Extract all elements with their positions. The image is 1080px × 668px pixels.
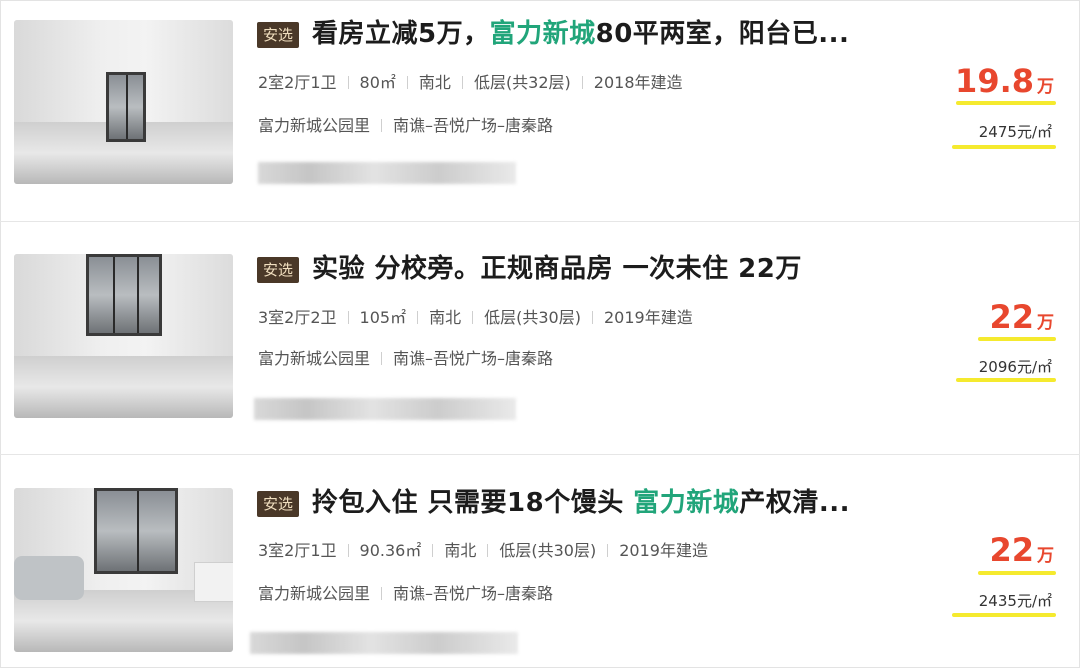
listing-photo[interactable] [14,20,233,184]
anxuan-badge: 安选 [257,491,300,517]
anxuan-badge: 安选 [257,22,300,48]
listing-title[interactable]: 实验 分校旁。正规商品房 一次未住 22万 [312,253,802,285]
blurred-tags [250,632,518,654]
district: 南谯–吾悦广场–唐秦路 [393,349,554,368]
listing-location: 富力新城公园里 南谯–吾悦广场–唐秦路 [258,349,553,369]
area: 90.36㎡ [359,541,422,560]
price-underline [978,571,1056,575]
listing-card[interactable]: 安选 实验 分校旁。正规商品房 一次未住 22万 3室2厅2卫 105㎡ 南北 低层(… [0,222,1080,444]
floor-info: 低层(共32层) [473,73,571,92]
listing-attributes: 3室2厅1卫 90.36㎡ 南北 低层(共30层) 2019年建造 [258,541,708,561]
listing-card[interactable]: 安选 看房立减5万，富力新城80平两室，阳台已... 2室2厅1卫 80㎡ 南北 低层… [0,0,1080,222]
floor-info: 低层(共30层) [499,541,597,560]
total-price: 22 万 [989,298,1054,336]
room-layout: 3室2厅1卫 [258,541,337,560]
listing-attributes: 2室2厅1卫 80㎡ 南北 低层(共32层) 2018年建造 [258,73,683,93]
community-name: 富力新城公园里 [258,584,371,603]
orientation: 南北 [429,308,462,327]
listing-location: 富力新城公园里 南谯–吾悦广场–唐秦路 [258,116,553,136]
anxuan-badge: 安选 [257,257,300,283]
unit-price: 2475元/㎡ [978,123,1052,141]
area: 105㎡ [359,308,407,327]
build-year: 2019年建造 [603,308,693,327]
title-highlight: 富力新城 [489,19,596,49]
community-name: 富力新城公园里 [258,116,371,135]
build-year: 2018年建造 [593,73,683,92]
community-name: 富力新城公园里 [258,349,371,368]
listing-title[interactable]: 看房立减5万，富力新城80平两室，阳台已... [312,18,849,50]
floor-info: 低层(共30层) [484,308,581,327]
unit-price-underline [952,613,1056,617]
unit-price-underline [952,145,1056,149]
listing-location: 富力新城公园里 南谯–吾悦广场–唐秦路 [258,584,553,604]
price-underline [956,101,1056,105]
district: 南谯–吾悦广场–唐秦路 [393,116,554,135]
unit-price-underline [956,378,1056,382]
room-layout: 2室2厅1卫 [258,73,337,92]
title-highlight: 富力新城 [633,488,740,518]
build-year: 2019年建造 [619,541,708,560]
orientation: 南北 [418,73,451,92]
orientation: 南北 [444,541,477,560]
listing-card[interactable]: 安选 拎包入住 只需要18个馒头 富力新城产权清... 3室2厅1卫 90.36㎡… [0,455,1080,668]
total-price: 19.8 万 [955,62,1054,100]
listing-photo[interactable] [14,254,233,418]
area: 80㎡ [359,73,396,92]
room-layout: 3室2厅2卫 [258,308,337,327]
district: 南谯–吾悦广场–唐秦路 [393,584,554,603]
listing-attributes: 3室2厅2卫 105㎡ 南北 低层(共30层) 2019年建造 [258,308,693,328]
price-underline [978,337,1056,341]
blurred-tags [258,162,516,184]
blurred-tags [254,398,516,420]
unit-price: 2096元/㎡ [978,358,1052,376]
unit-price: 2435元/㎡ [978,592,1052,610]
total-price: 22 万 [989,531,1054,569]
listing-title[interactable]: 拎包入住 只需要18个馒头 富力新城产权清... [312,487,850,519]
listing-photo[interactable] [14,488,233,652]
